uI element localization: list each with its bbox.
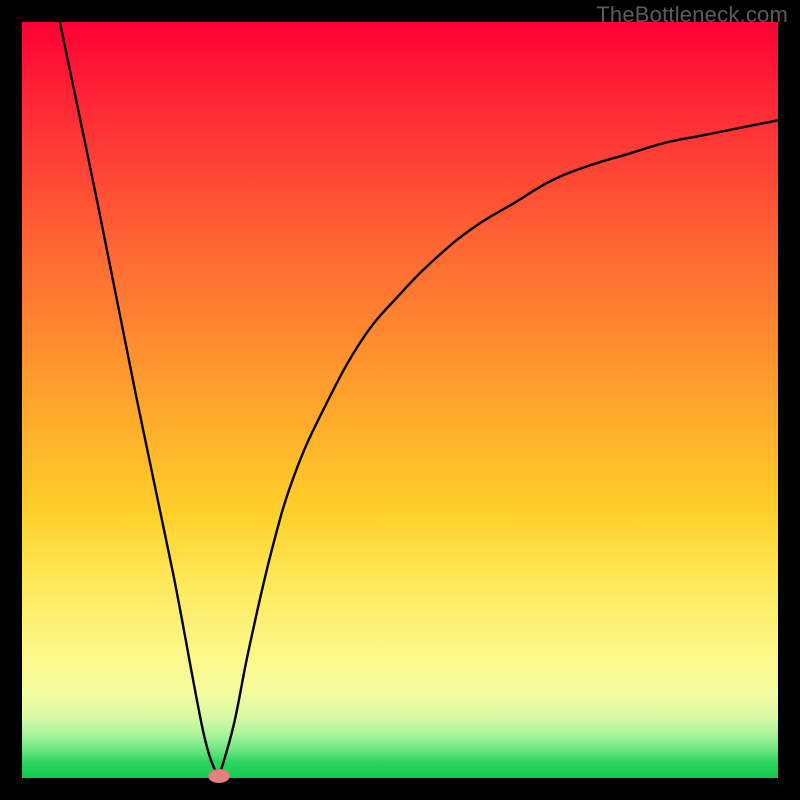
bottleneck-curve [60,22,778,778]
curve-svg [22,22,778,778]
chart-frame: TheBottleneck.com [0,0,800,800]
minimum-marker [208,769,230,783]
plot-area [22,22,778,778]
